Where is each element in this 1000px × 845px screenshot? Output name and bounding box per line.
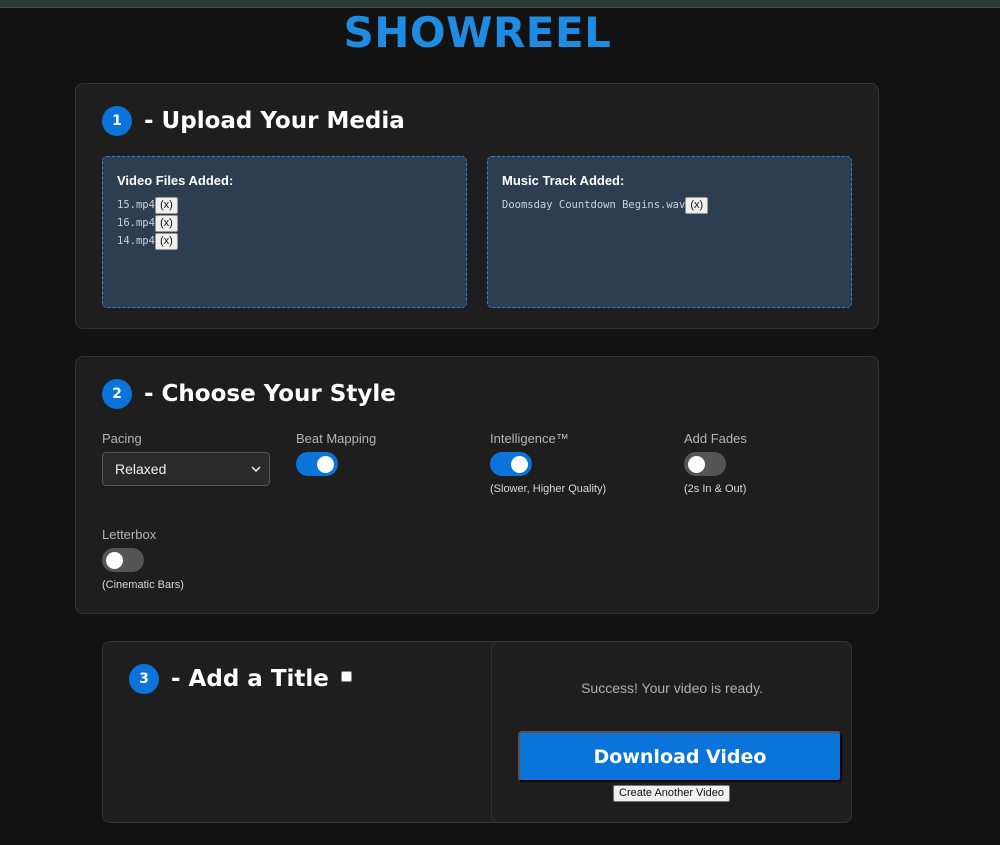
add-title-checkbox[interactable]	[340, 670, 352, 682]
result-panel: Success! Your video is ready. Download V…	[491, 641, 852, 823]
list-item: Doomsday Countdown Begins.wav (x)	[502, 196, 837, 214]
upload-card: 1 - Upload Your Media Video Files Added:…	[75, 83, 879, 329]
file-name: 14.mp4	[117, 235, 155, 247]
pacing-value: Relaxed	[115, 461, 167, 477]
toggle-knob	[511, 455, 528, 473]
file-name: 16.mp4	[117, 217, 155, 229]
remove-file-button[interactable]: (x)	[154, 214, 178, 232]
list-item: 15.mp4 (x)	[117, 196, 452, 214]
success-message: Success! Your video is ready.	[581, 680, 763, 696]
section-title: - Choose Your Style	[144, 381, 396, 407]
toggle-knob	[317, 455, 334, 473]
video-dropzone[interactable]: Video Files Added: 15.mp4 (x) 16.mp4 (x)…	[102, 156, 467, 308]
list-item: 16.mp4 (x)	[117, 214, 452, 232]
pacing-option: Pacing Relaxed	[102, 431, 270, 486]
fades-note: (2s In & Out)	[684, 483, 747, 495]
letterbox-note: (Cinematic Bars)	[102, 579, 184, 591]
letterbox-option: Letterbox (Cinematic Bars)	[102, 527, 184, 591]
pacing-select[interactable]: Relaxed	[102, 452, 270, 486]
toggle-knob	[688, 455, 705, 473]
pacing-label: Pacing	[102, 431, 142, 446]
section-title: - Add a Title	[171, 666, 329, 692]
beat-mapping-toggle[interactable]	[296, 452, 338, 476]
remove-file-button[interactable]: (x)	[154, 196, 178, 214]
style-card: 2 - Choose Your Style Pacing Relaxed Bea…	[75, 356, 879, 614]
step-number-badge: 3	[129, 664, 159, 694]
intelligence-label: Intelligence™	[490, 431, 569, 446]
music-dropzone[interactable]: Music Track Added: Doomsday Countdown Be…	[487, 156, 852, 308]
fades-label: Add Fades	[684, 431, 747, 446]
list-item: 14.mp4 (x)	[117, 232, 452, 250]
remove-music-button[interactable]: (x)	[685, 196, 709, 214]
video-files-label: Video Files Added:	[117, 173, 234, 188]
fades-toggle[interactable]	[684, 452, 726, 476]
app-title: SHOWREEL	[343, 8, 612, 57]
window-top-strip	[0, 0, 1000, 8]
file-name: Doomsday Countdown Begins.wav	[502, 199, 686, 211]
intelligence-toggle[interactable]	[490, 452, 532, 476]
chevron-down-icon	[251, 465, 261, 472]
step-number-badge: 2	[102, 379, 132, 409]
download-video-button[interactable]: Download Video	[518, 731, 842, 782]
title-card: 3 - Add a Title Success! Your video is r…	[102, 641, 852, 823]
create-another-video-button[interactable]: Create Another Video	[613, 785, 730, 802]
intelligence-note: (Slower, Higher Quality)	[490, 483, 607, 495]
letterbox-label: Letterbox	[102, 527, 157, 542]
music-track-label: Music Track Added:	[502, 173, 625, 188]
title-header: 3 - Add a Title	[129, 664, 352, 694]
step-number-badge: 1	[102, 106, 132, 136]
intelligence-option: Intelligence™ (Slower, Higher Quality)	[490, 431, 606, 495]
beat-mapping-option: Beat Mapping	[296, 431, 376, 476]
upload-header: 1 - Upload Your Media	[102, 106, 405, 136]
style-header: 2 - Choose Your Style	[102, 379, 396, 409]
section-title: - Upload Your Media	[144, 108, 405, 134]
letterbox-toggle[interactable]	[102, 548, 144, 572]
beat-mapping-label: Beat Mapping	[296, 431, 377, 446]
fades-option: Add Fades (2s In & Out)	[684, 431, 747, 495]
remove-file-button[interactable]: (x)	[154, 232, 178, 250]
file-name: 15.mp4	[117, 199, 155, 211]
toggle-knob	[106, 551, 123, 569]
